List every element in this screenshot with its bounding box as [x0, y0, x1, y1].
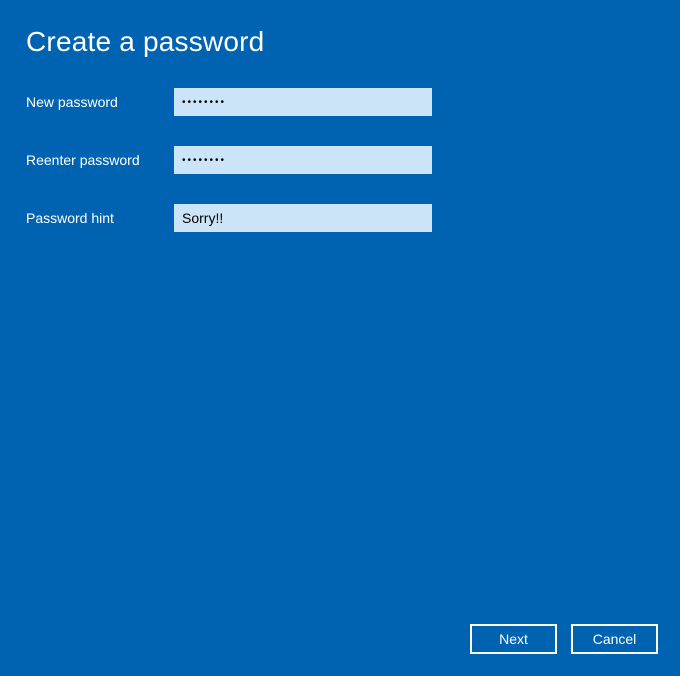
reenter-password-input[interactable] — [174, 146, 432, 174]
reenter-password-row: Reenter password — [26, 146, 654, 174]
cancel-button[interactable]: Cancel — [571, 624, 658, 654]
new-password-row: New password — [26, 88, 654, 116]
next-button[interactable]: Next — [470, 624, 557, 654]
new-password-label: New password — [26, 94, 174, 110]
reenter-password-label: Reenter password — [26, 152, 174, 168]
new-password-input[interactable] — [174, 88, 432, 116]
password-hint-row: Password hint — [26, 204, 654, 232]
dialog-footer: Next Cancel — [470, 624, 658, 654]
dialog-content: Create a password New password Reenter p… — [0, 0, 680, 232]
password-hint-label: Password hint — [26, 210, 174, 226]
page-title: Create a password — [26, 26, 654, 58]
password-hint-input[interactable] — [174, 204, 432, 232]
